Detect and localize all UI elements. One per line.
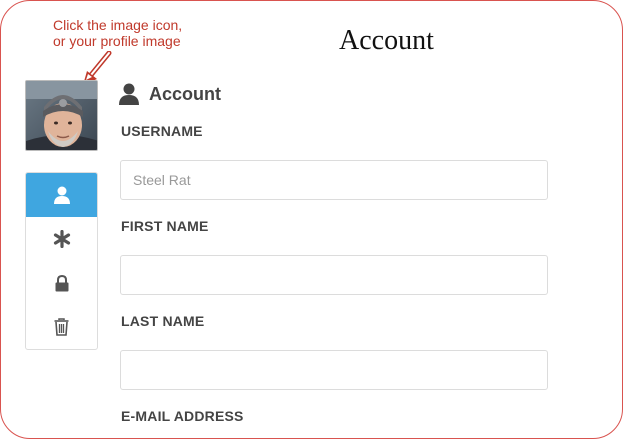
help-annotation-line-1: Click the image icon, — [53, 17, 183, 33]
user-icon — [119, 83, 139, 105]
username-field[interactable] — [120, 160, 548, 200]
settings-sidenav — [25, 172, 98, 350]
email-label: E-MAIL ADDRESS — [121, 408, 244, 424]
last-name-label: LAST NAME — [121, 313, 205, 329]
first-name-label: FIRST NAME — [121, 218, 209, 234]
sidenav-item-account[interactable] — [26, 173, 97, 217]
account-panel: Click the image icon, or your profile im… — [0, 0, 623, 439]
sidenav-item-privacy[interactable] — [26, 261, 97, 305]
first-name-field[interactable] — [120, 255, 548, 295]
help-annotation: Click the image icon, or your profile im… — [53, 17, 223, 49]
user-icon — [53, 186, 70, 204]
asterisk-icon — [53, 230, 70, 248]
section-header: Account — [119, 83, 221, 105]
sidenav-item-delete[interactable] — [26, 305, 97, 349]
help-annotation-line-2: or your profile image — [53, 33, 181, 49]
profile-photo-icon — [26, 81, 97, 150]
page-title: Account — [339, 25, 434, 56]
trash-icon — [54, 318, 69, 336]
username-label: USERNAME — [121, 123, 203, 139]
last-name-field[interactable] — [120, 350, 548, 390]
profile-image[interactable] — [25, 80, 98, 151]
lock-icon — [55, 274, 68, 291]
sidenav-item-password[interactable] — [26, 217, 97, 261]
section-title: Account — [149, 83, 221, 104]
